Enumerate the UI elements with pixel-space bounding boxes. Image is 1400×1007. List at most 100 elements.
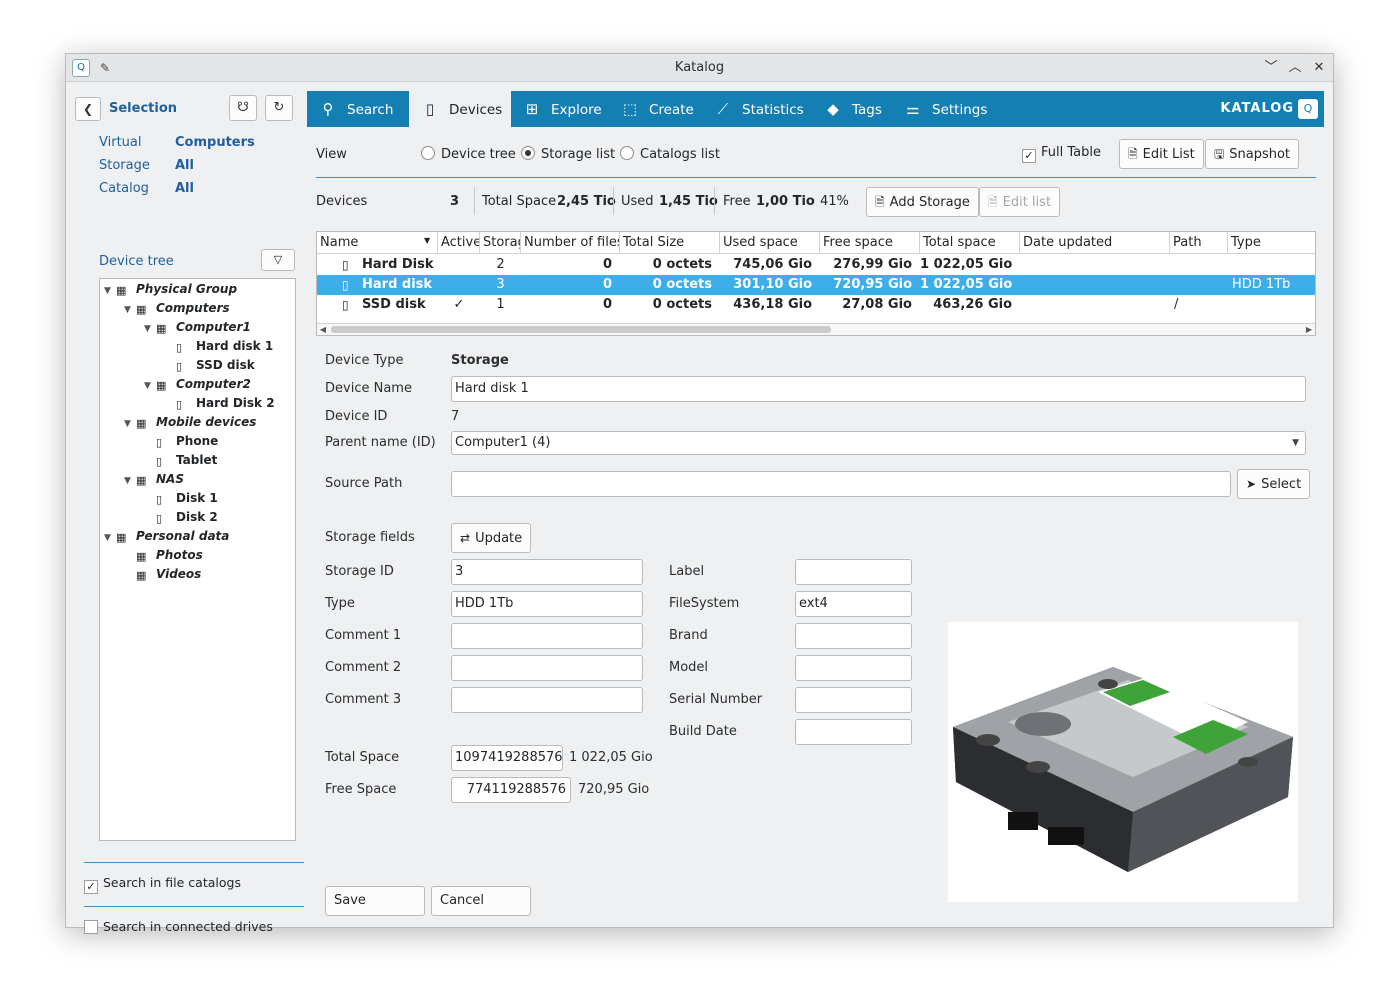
view-option-device-tree[interactable]: Device tree bbox=[421, 146, 516, 162]
source-path-field[interactable] bbox=[451, 471, 1231, 497]
tab-devices[interactable]: ▯ Devices bbox=[409, 91, 511, 127]
search-connected-drives-checkbox[interactable]: Search in connected drives bbox=[84, 919, 273, 937]
tree-item[interactable]: ▯ Tablet bbox=[144, 451, 217, 470]
tree-item[interactable]: ▼ ▦ Computers bbox=[124, 299, 230, 320]
filter-value-catalog[interactable]: All bbox=[175, 181, 194, 196]
tab-settings[interactable]: ⚌ Settings bbox=[892, 91, 992, 127]
tab-create[interactable]: ⬚ Create bbox=[609, 91, 702, 127]
minimize-icon[interactable]: ﹀ bbox=[1261, 58, 1281, 78]
snapshot-button[interactable]: 🖫 Snapshot bbox=[1205, 139, 1300, 169]
table-row[interactable]: Hard Disk 2 2 0 0 octets 745,06 Gio 276,99 Gi… bbox=[317, 255, 1315, 275]
column-header[interactable]: Type bbox=[1228, 232, 1315, 254]
reset-button[interactable]: ☋ bbox=[229, 95, 257, 121]
storage-field-input[interactable] bbox=[795, 687, 912, 713]
storage-field-input[interactable] bbox=[795, 559, 912, 585]
tab-explore[interactable]: ⊞ Explore bbox=[511, 91, 609, 127]
storage-field-input[interactable]: 3 bbox=[451, 559, 643, 585]
storage-table[interactable]: ◀ ▶ NameActiveStoragNumber of filesTotal… bbox=[316, 231, 1316, 336]
edit-list-disabled-button[interactable]: 🗎 Edit list bbox=[979, 187, 1061, 217]
parent-name-select[interactable]: Computer1 (4) ▼ bbox=[451, 431, 1306, 455]
column-header[interactable]: Total Size bbox=[620, 232, 720, 254]
tab-search[interactable]: ⚲ Search bbox=[307, 91, 409, 127]
tree-item[interactable]: ▼ ▦ Computer2 bbox=[144, 375, 251, 396]
storage-field-input[interactable] bbox=[795, 623, 912, 649]
checkbox-box[interactable] bbox=[84, 920, 98, 934]
save-button[interactable]: Save bbox=[325, 886, 425, 916]
column-header[interactable]: Path bbox=[1170, 232, 1228, 254]
edit-list-button[interactable]: 🗎 Edit List bbox=[1119, 139, 1204, 169]
table-row[interactable]: Hard disk 1 3 0 0 octets 301,10 Gio 720,95 Gi… bbox=[317, 275, 1315, 295]
tree-item[interactable]: ▯ SSD disk bbox=[164, 356, 255, 375]
column-header[interactable]: Date updated bbox=[1020, 232, 1170, 254]
expand-arrow-icon[interactable]: ▼ bbox=[124, 301, 136, 320]
tab-tags[interactable]: ◆ Tags bbox=[812, 91, 892, 127]
storage-field-input[interactable]: HDD 1Tb bbox=[451, 591, 643, 617]
tree-item[interactable]: ▼ ▦ Personal data bbox=[104, 527, 229, 548]
storage-field-input[interactable] bbox=[795, 719, 912, 745]
storage-field-input[interactable] bbox=[451, 655, 643, 681]
select-button[interactable]: ➤ Select bbox=[1237, 469, 1311, 499]
sort-indicator-icon[interactable]: ▼ bbox=[424, 236, 430, 245]
horizontal-scrollbar[interactable]: ◀ ▶ bbox=[317, 323, 1315, 335]
storage-field-input[interactable] bbox=[451, 687, 643, 713]
scroll-thumb[interactable] bbox=[331, 326, 831, 333]
tab-statistics[interactable]: ⟋ Statistics bbox=[702, 91, 812, 127]
update-button[interactable]: ⇄ Update bbox=[451, 523, 532, 553]
refresh-button[interactable]: ↻ bbox=[265, 95, 293, 121]
scroll-right-icon[interactable]: ▶ bbox=[1303, 324, 1315, 335]
back-button[interactable]: ❮ bbox=[75, 97, 101, 121]
device-tree[interactable]: ▼ ▦ Physical Group ▼ ▦ Computers ▼ ▦ Computer1 ▯ H… bbox=[99, 278, 296, 841]
view-option-catalogs-list[interactable]: Catalogs list bbox=[620, 146, 720, 162]
checkbox-box[interactable]: ✓ bbox=[84, 880, 98, 894]
column-header[interactable]: Used space bbox=[720, 232, 820, 254]
column-header[interactable]: Free space bbox=[820, 232, 920, 254]
radio-button[interactable] bbox=[620, 146, 634, 160]
tree-item[interactable]: ▦ Photos bbox=[124, 546, 203, 565]
triangle-down-icon: ▽ bbox=[273, 253, 283, 266]
tree-item[interactable]: ▯ Hard Disk 2 bbox=[164, 394, 275, 413]
tree-item[interactable]: ▯ Hard disk 1 bbox=[164, 337, 273, 356]
tree-item[interactable]: ▯ Disk 2 bbox=[144, 508, 218, 527]
tree-item[interactable]: ▼ ▦ Physical Group bbox=[104, 280, 237, 301]
filter-value-virtual[interactable]: Computers bbox=[175, 135, 255, 150]
expand-arrow-icon[interactable]: ▼ bbox=[104, 529, 116, 548]
table-row[interactable]: SSD disk ✓ 1 0 0 octets 436,18 Gio 27,08 Gio 46… bbox=[317, 295, 1315, 315]
free-space-field[interactable]: 774119288576 bbox=[451, 777, 571, 803]
filter-value-storage[interactable]: All bbox=[175, 158, 194, 173]
column-header[interactable]: Name bbox=[317, 232, 438, 254]
view-label: View bbox=[316, 147, 347, 162]
maximize-icon[interactable]: ︿ bbox=[1285, 58, 1305, 78]
close-icon[interactable]: ✕ bbox=[1309, 58, 1329, 78]
radio-button[interactable] bbox=[421, 146, 435, 160]
tree-item[interactable]: ▯ Phone bbox=[144, 432, 218, 451]
expand-arrow-icon[interactable]: ▼ bbox=[124, 415, 136, 434]
total-space-field[interactable]: 1097419288576 bbox=[451, 745, 563, 771]
storage-field-input[interactable] bbox=[795, 655, 912, 681]
cancel-button[interactable]: Cancel bbox=[431, 886, 531, 916]
checkbox-box[interactable]: ✓ bbox=[1022, 149, 1036, 163]
tree-item[interactable]: ▼ ▦ NAS bbox=[124, 470, 184, 491]
column-header[interactable]: Active bbox=[438, 232, 480, 254]
expand-arrow-icon[interactable]: ▼ bbox=[144, 377, 156, 396]
column-header[interactable]: Number of files bbox=[521, 232, 620, 254]
expand-arrow-icon[interactable]: ▼ bbox=[144, 320, 156, 339]
radio-button[interactable] bbox=[521, 146, 535, 160]
view-option-storage-list[interactable]: Storage list bbox=[521, 146, 615, 162]
search-file-catalogs-checkbox[interactable]: ✓ Search in file catalogs bbox=[84, 875, 241, 894]
device-tree-dropdown[interactable]: ▽ bbox=[261, 249, 295, 271]
add-storage-button[interactable]: 🗎 Add Storage bbox=[866, 187, 979, 217]
column-header[interactable]: Total space bbox=[920, 232, 1020, 254]
tree-item[interactable]: ▯ Disk 1 bbox=[144, 489, 218, 508]
tree-item[interactable]: ▼ ▦ Computer1 bbox=[144, 318, 251, 339]
scroll-left-icon[interactable]: ◀ bbox=[317, 324, 329, 335]
cell-storage: 1 bbox=[496, 297, 505, 312]
storage-field-input[interactable] bbox=[451, 623, 643, 649]
tree-item[interactable]: ▦ Videos bbox=[124, 565, 201, 584]
tree-item[interactable]: ▼ ▦ Mobile devices bbox=[124, 413, 256, 434]
full-table-checkbox[interactable]: ✓ Full Table bbox=[1022, 145, 1101, 163]
storage-field-input[interactable]: ext4 bbox=[795, 591, 912, 617]
device-name-field[interactable]: Hard disk 1 bbox=[451, 376, 1306, 402]
expand-arrow-icon[interactable]: ▼ bbox=[124, 472, 136, 491]
column-header[interactable]: Storag bbox=[480, 232, 521, 254]
expand-arrow-icon[interactable]: ▼ bbox=[104, 282, 116, 301]
